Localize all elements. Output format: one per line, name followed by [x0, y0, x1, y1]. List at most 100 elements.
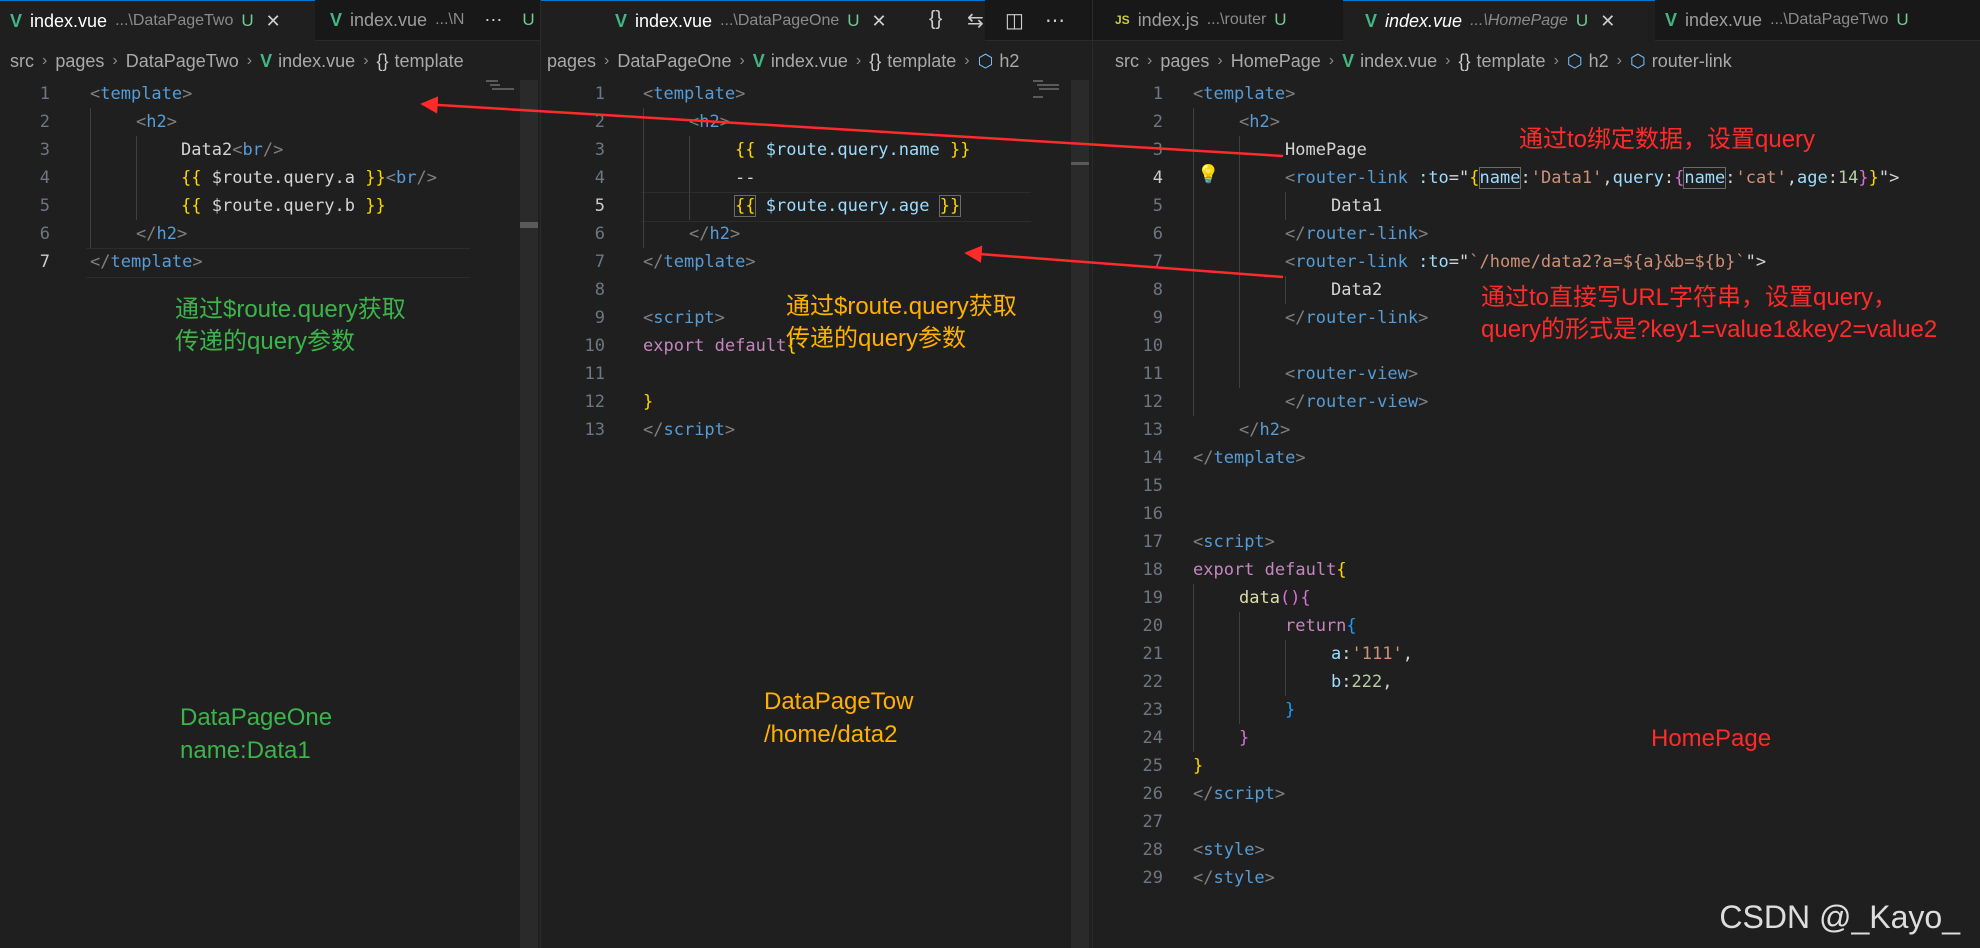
code-line: </template> [90, 252, 203, 272]
vertical-scrollbar[interactable] [1071, 80, 1089, 948]
tab-bar: V index.vue ...\DataPageOne U ✕ {} ⇆ ◫ ⋯ [541, 0, 1093, 41]
line-number: 24 [1142, 728, 1163, 748]
line-number: 5 [594, 196, 605, 216]
code-line: </template> [643, 252, 756, 272]
more-icon[interactable]: ⋯ [484, 10, 502, 31]
line-number: 3 [1152, 140, 1163, 160]
line-number: 6 [1152, 224, 1163, 244]
tab-homepage-vue[interactable]: V index.vue ...\HomePage U ✕ [1343, 0, 1655, 41]
code-line: </h2> [136, 224, 188, 244]
close-icon[interactable]: ✕ [872, 11, 887, 32]
indent-guide [1239, 136, 1240, 388]
line-number: 5 [39, 196, 50, 216]
code-line: <h2> [689, 112, 730, 132]
braces-icon: {} [1458, 50, 1471, 71]
split-editor-icon[interactable]: ◫ [1005, 8, 1024, 33]
code-line: <template> [90, 84, 193, 104]
line-number: 2 [594, 112, 605, 132]
line-number: 16 [1142, 504, 1163, 524]
line-number: 27 [1142, 812, 1163, 832]
indent-guide [136, 136, 137, 220]
braces-icon[interactable]: {} [929, 8, 942, 31]
code-line: data(){ [1239, 588, 1311, 608]
tab-bar: V index.vue ...\DataPageTwo U ✕ V index.… [0, 0, 540, 41]
code-line: </style> [1193, 868, 1275, 888]
vue-file-icon: V [1365, 10, 1378, 31]
chevron-right-icon: › [1553, 52, 1559, 69]
breadcrumb-item-file[interactable]: index.vue [771, 51, 848, 72]
tab-untracked-badge: U [847, 11, 860, 30]
chevron-right-icon: › [739, 52, 745, 69]
lightbulb-icon[interactable]: 💡 [1197, 164, 1219, 185]
line-number: 3 [39, 140, 50, 160]
breadcrumb-item-src[interactable]: src [10, 51, 34, 72]
code-line: b:222, [1331, 672, 1393, 692]
breadcrumb-item-file[interactable]: index.vue [1360, 51, 1437, 72]
js-file-icon: JS [1115, 13, 1130, 27]
breadcrumb-item-h2[interactable]: h2 [999, 51, 1019, 72]
chevron-right-icon: › [604, 52, 610, 69]
code-line: export default{ [1193, 560, 1347, 580]
compare-changes-icon[interactable]: ⇆ [967, 8, 984, 33]
tab-datapagetwo-vue[interactable]: V index.vue ...\DataPageTwo U ✕ [0, 0, 315, 41]
braces-icon: {} [376, 50, 389, 71]
breadcrumb-item-h2[interactable]: h2 [1589, 51, 1609, 72]
line-number: 20 [1142, 616, 1163, 636]
line-number: 12 [1142, 392, 1163, 412]
vue-file-icon: V [260, 50, 273, 71]
breadcrumb-item-template[interactable]: template [887, 51, 956, 72]
chevron-right-icon: › [246, 52, 253, 69]
line-number: 19 [1142, 588, 1163, 608]
chevron-right-icon: › [112, 52, 118, 69]
chevron-right-icon: › [964, 52, 970, 69]
breadcrumb-item-pages[interactable]: pages [547, 51, 596, 72]
close-icon[interactable]: ✕ [1600, 11, 1615, 32]
breadcrumb-item-file[interactable]: index.vue [278, 51, 355, 72]
tab-path: ...\DataPageTwo [1770, 11, 1889, 28]
code-line: -- [735, 168, 756, 188]
more-icon[interactable]: ⋯ [1045, 8, 1065, 33]
breadcrumb: src › pages › HomePage › V index.vue › {… [1115, 46, 1732, 76]
breadcrumb-item-src[interactable]: src [1115, 51, 1139, 72]
line-number: 29 [1142, 868, 1163, 888]
element-icon: ⬡ [977, 50, 994, 71]
breadcrumb-item-pages[interactable]: pages [1160, 51, 1209, 72]
tab-datapageone-vue[interactable]: V index.vue ...\DataPageOne U ✕ [541, 0, 985, 41]
indent-guide [643, 108, 644, 248]
code-line: <router-link :to="`/home/data2?a=${a}&b=… [1285, 252, 1767, 272]
tab-filename: index.vue [30, 10, 108, 31]
line-number: 14 [1142, 448, 1163, 468]
line-number: 6 [39, 224, 50, 244]
tab-path: ...\HomePage [1470, 12, 1568, 29]
code-line: </h2> [689, 224, 741, 244]
watermark: CSDN @_Kayo_ [1719, 899, 1960, 935]
breadcrumb-item-pages[interactable]: pages [55, 51, 104, 72]
tab-untracked-badge: U [1575, 11, 1589, 30]
tab-router-index-js[interactable]: JS index.js ...\router U [1093, 0, 1363, 40]
code-line: {{ $route.query.a }}<br/> [181, 168, 437, 188]
scrollbar-thumb[interactable] [1071, 162, 1089, 165]
tab-n-vue[interactable]: V index.vue ...\N ⋯ U [315, 0, 540, 40]
scrollbar-thumb[interactable] [520, 222, 538, 228]
line-number: 11 [584, 364, 605, 384]
breadcrumb-item-folder[interactable]: DataPageOne [617, 51, 731, 72]
close-icon[interactable]: ✕ [266, 11, 281, 32]
breadcrumb-item-router-link[interactable]: router-link [1652, 51, 1732, 72]
breadcrumb: pages › DataPageOne › V index.vue › {} t… [547, 46, 1019, 76]
breadcrumb-item-template[interactable]: template [1477, 51, 1546, 72]
tab-filename: index.vue [350, 9, 428, 30]
breadcrumb-item-folder[interactable]: DataPageTwo [126, 51, 239, 72]
code-line: export default{ [643, 336, 797, 356]
code-line: {{ $route.query.age }} [733, 195, 962, 217]
code-line: } [1193, 756, 1204, 776]
line-number: 15 [1142, 476, 1163, 496]
breadcrumb-item-folder[interactable]: HomePage [1231, 51, 1321, 72]
line-number: 25 [1142, 756, 1163, 776]
breadcrumb-item-template[interactable]: template [395, 51, 464, 72]
breadcrumb: src › pages › DataPageTwo › V index.vue … [10, 46, 464, 76]
tab-datapagetwo-vue[interactable]: V index.vue ...\DataPageTwo U [1643, 0, 1965, 40]
chevron-right-icon: › [1217, 52, 1223, 69]
vue-file-icon: V [1665, 9, 1678, 30]
line-number: 11 [1142, 364, 1163, 384]
vertical-scrollbar[interactable] [520, 80, 538, 948]
